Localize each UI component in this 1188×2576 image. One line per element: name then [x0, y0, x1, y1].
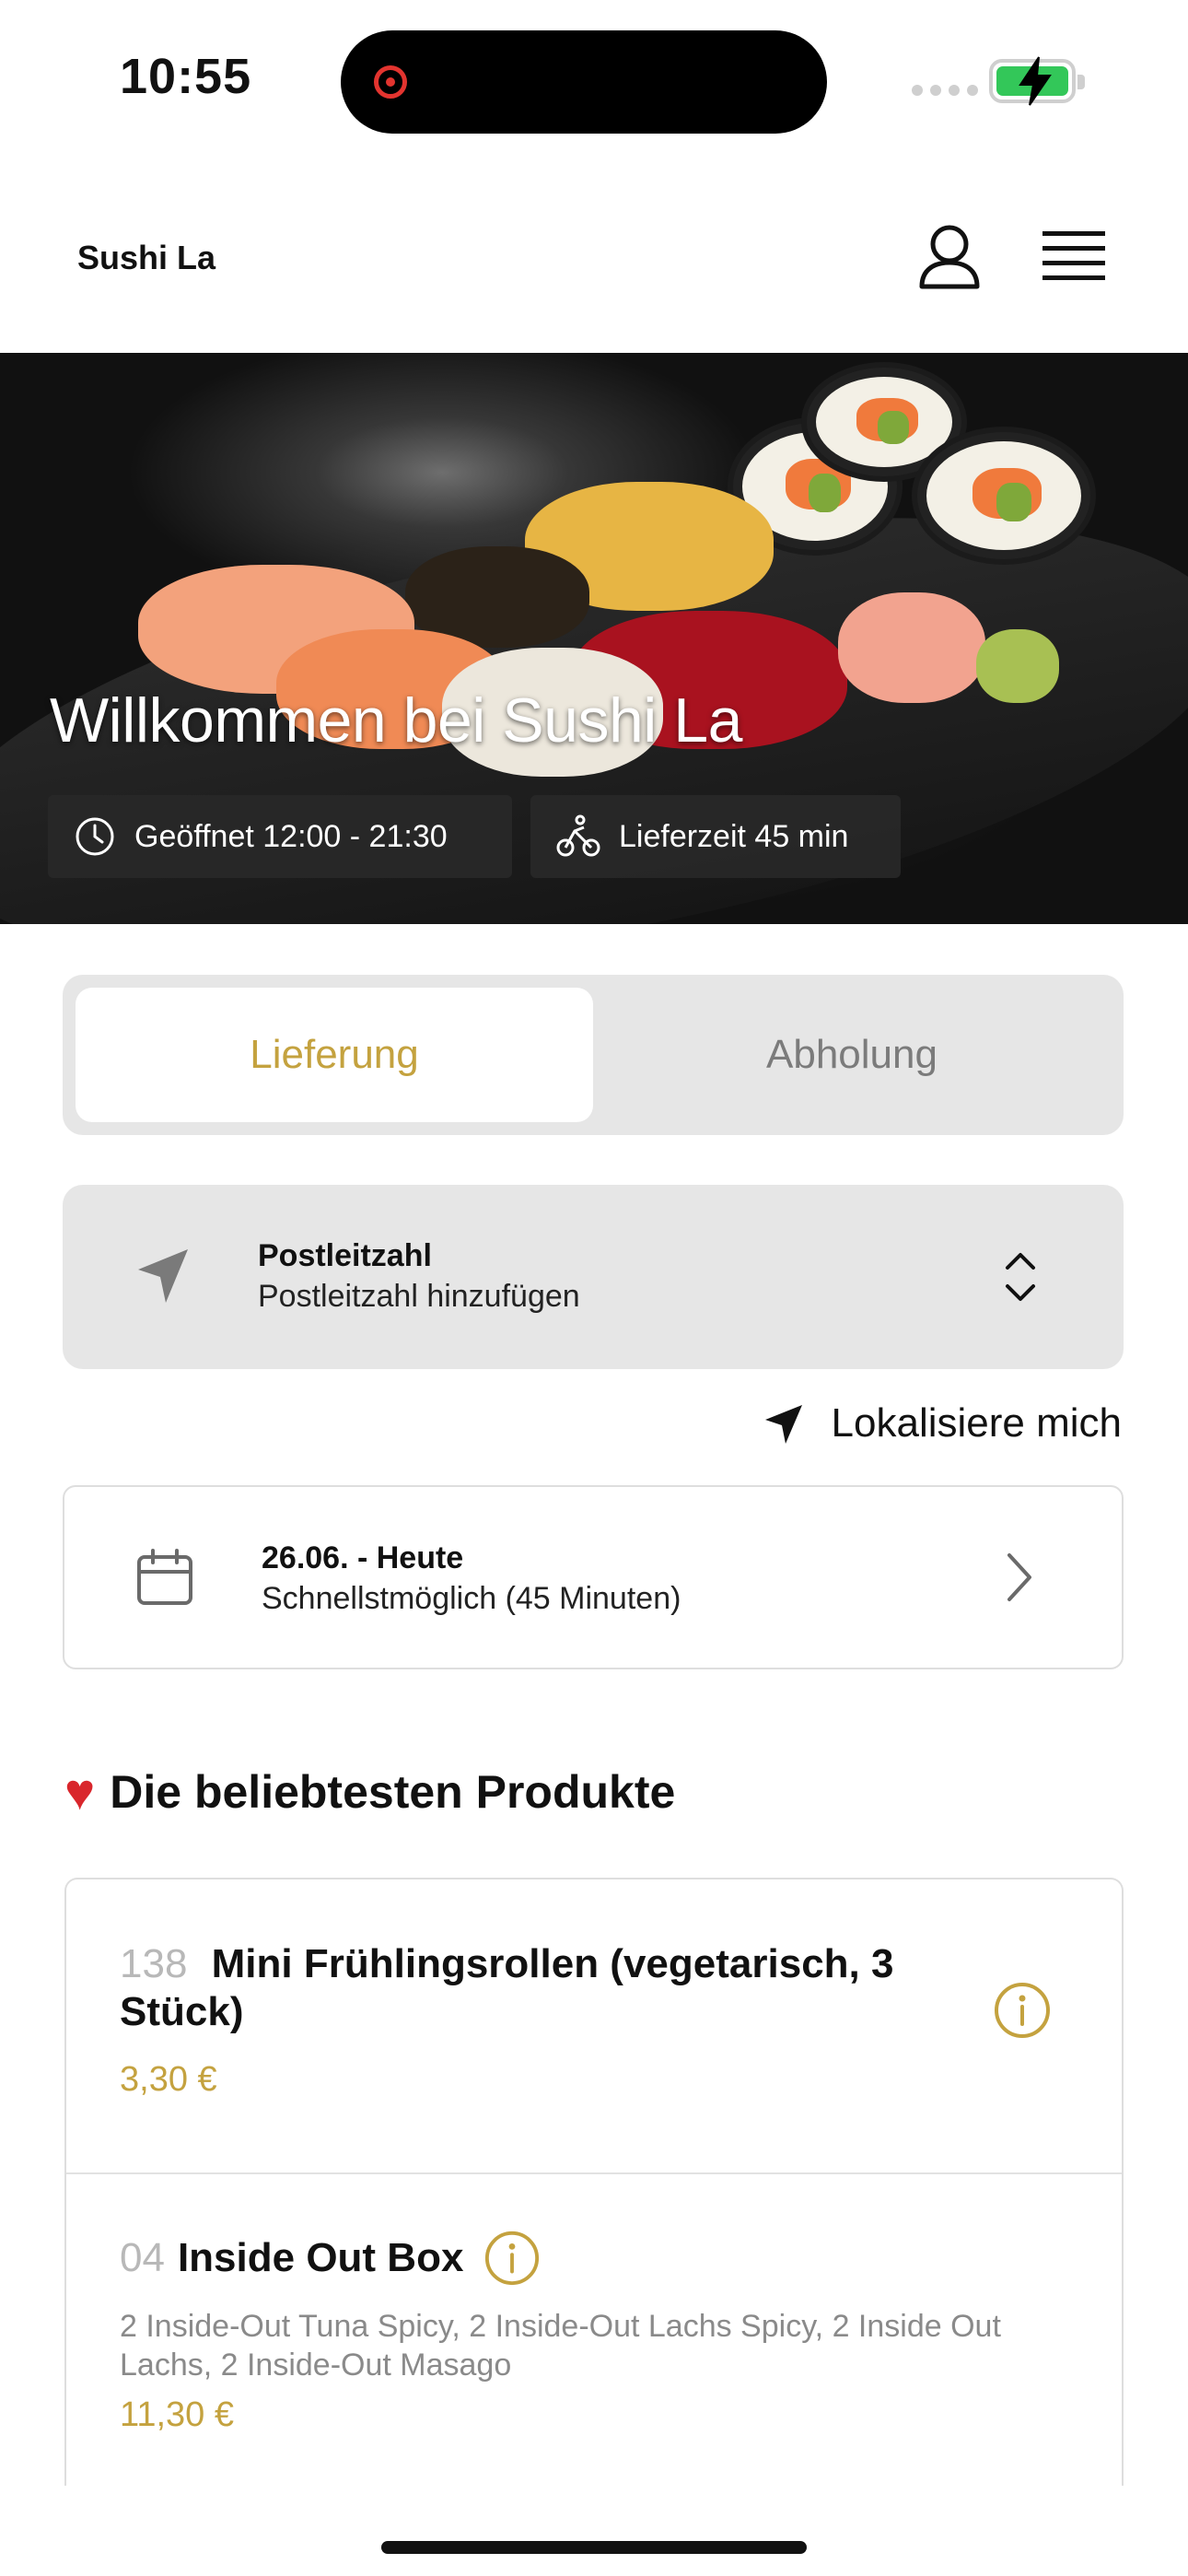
app-header: Sushi La — [0, 161, 1188, 354]
user-account-icon[interactable] — [917, 224, 982, 290]
locate-me-label: Lokalisiere mich — [831, 1400, 1122, 1446]
battery-charging-icon — [989, 56, 1085, 106]
location-arrow-icon — [138, 1249, 188, 1303]
tab-pickup[interactable]: Abholung — [593, 988, 1111, 1122]
date-subtitle: Schnellstmöglich (45 Minuten) — [262, 1581, 681, 1616]
popular-products-title: Die beliebtesten Produkte — [110, 1766, 676, 1818]
locate-me-link[interactable]: Lokalisiere mich — [763, 1400, 1122, 1446]
calendar-icon — [137, 1549, 192, 1605]
popular-products-heading: ♥ Die beliebtesten Produkte — [64, 1765, 675, 1819]
dynamic-island — [341, 30, 827, 134]
product-list: 138 Mini Frühlingsrollen (vegetarisch, 3… — [64, 1878, 1124, 2486]
wasabi-image — [976, 629, 1059, 703]
hero-title: Willkommen bei Sushi La — [50, 685, 742, 755]
product-title: 04 Inside Out Box — [120, 2230, 541, 2287]
brand-title[interactable]: Sushi La — [77, 239, 215, 277]
tab-delivery[interactable]: Lieferung — [76, 988, 593, 1122]
product-item[interactable]: 138 Mini Frühlingsrollen (vegetarisch, 3… — [66, 1879, 1122, 2174]
delivery-time-text: Lieferzeit 45 min — [619, 818, 849, 854]
product-number: 138 — [120, 1941, 188, 1986]
sushi-roll-image — [912, 427, 1096, 565]
delivery-time-badge: Lieferzeit 45 min — [530, 795, 901, 878]
heart-icon: ♥ — [64, 1762, 96, 1821]
postcode-selector[interactable]: Postleitzahl Postleitzahl hinzufügen — [63, 1185, 1124, 1369]
product-item[interactable]: 04 Inside Out Box 2 Inside-Out Tuna Spic… — [66, 2174, 1122, 2486]
date-title: 26.06. - Heute — [262, 1540, 464, 1575]
product-title: 138 Mini Frühlingsrollen (vegetarisch, 3… — [120, 1940, 1004, 2036]
status-time: 10:55 — [120, 49, 252, 104]
product-description: 2 Inside-Out Tuna Spicy, 2 Inside-Out La… — [120, 2309, 1001, 2383]
info-icon[interactable] — [993, 1981, 1052, 2040]
recording-indicator-icon — [374, 65, 407, 99]
bottom-safe-area — [0, 2486, 1188, 2576]
ginger-image — [838, 592, 985, 703]
product-price: 11,30 € — [120, 2395, 234, 2434]
postcode-value: Postleitzahl hinzufügen — [258, 1279, 580, 1314]
status-bar: 10:55 — [0, 0, 1188, 161]
product-number: 04 — [120, 2235, 165, 2280]
chevron-up-down-icon — [1006, 1253, 1035, 1301]
bike-courier-icon — [556, 814, 600, 857]
opening-hours-badge: Geöffnet 12:00 - 21:30 — [48, 795, 512, 878]
product-name: Inside Out Box — [177, 2235, 464, 2280]
delivery-mode-toggle: Lieferung Abholung — [63, 975, 1124, 1135]
signal-icon — [912, 85, 978, 96]
hero-banner: Willkommen bei Sushi La Geöffnet 12:00 -… — [0, 353, 1188, 924]
date-selector[interactable]: 26.06. - Heute Schnellstmöglich (45 Minu… — [63, 1485, 1124, 1669]
opening-hours-text: Geöffnet 12:00 - 21:30 — [134, 818, 448, 854]
info-icon[interactable] — [483, 2230, 541, 2287]
home-indicator[interactable] — [381, 2541, 807, 2554]
location-arrow-icon — [764, 1405, 802, 1444]
clock-icon — [76, 817, 114, 856]
chevron-right-icon — [1007, 1553, 1031, 1601]
product-price: 3,30 € — [120, 2060, 217, 2099]
postcode-label: Postleitzahl — [258, 1238, 432, 1273]
hamburger-menu-icon[interactable] — [1042, 228, 1105, 285]
product-name: Mini Frühlingsrollen (vegetarisch, 3 Stü… — [120, 1941, 894, 2034]
